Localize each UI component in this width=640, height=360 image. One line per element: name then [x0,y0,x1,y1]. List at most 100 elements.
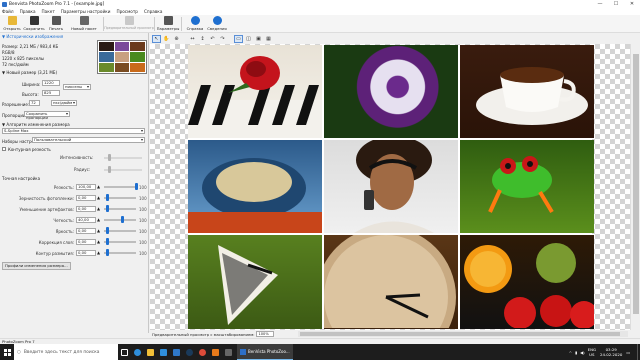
window-title: Benvista PhotoZoom Pro 7.1 - [example.jp… [9,1,105,7]
preview-button[interactable]: Предварительный просмотр [104,15,154,33]
vertical-scroll-thumb[interactable] [633,54,639,314]
steam-icon[interactable] [183,344,196,360]
fine-value-input[interactable]: 0,00 [76,228,96,234]
fine-slider-handle[interactable] [106,227,109,234]
compare-view-icon[interactable]: ▣ [254,35,263,43]
zoom-select[interactable]: 100% [256,331,275,337]
tray-chevron-icon[interactable]: ^ [569,350,572,355]
single-view-icon[interactable]: ▭ [234,34,243,43]
fine-value-input[interactable]: 100,00 [76,184,96,190]
spinner-icon[interactable]: ▲ [97,195,100,200]
clock[interactable]: 03:29 24.02.2020 [600,347,622,357]
intensity-label: Интенсивность: [60,155,94,160]
contour-sharpness-label: Контурная резкость [8,147,51,152]
horizontal-scroll-thumb[interactable] [300,332,620,336]
fine-value-input[interactable]: 0,00 [76,239,96,245]
rotate-right-icon[interactable]: ↷ [218,35,227,43]
history-section-header[interactable]: ▼ Исторически изображения [2,34,63,39]
menu-edit[interactable]: Правка [20,9,36,14]
language-indicator[interactable]: ENG US [588,347,596,357]
menu-settings[interactable]: Параметры настройки [61,9,111,14]
maximize-button[interactable]: ☐ [608,0,624,8]
fit-height-icon[interactable]: ↕ [198,35,207,43]
pointer-tool[interactable]: ↖ [152,34,161,43]
app-icon[interactable] [222,344,235,360]
presets-select[interactable]: Пользовательский [32,137,145,143]
new-size-section-header[interactable]: ▼ Новый размер (3,21 МБ) [2,70,57,75]
new-batch-button[interactable]: Новый пакет [67,15,101,33]
open-button[interactable]: Открыть [1,15,23,33]
help-button[interactable]: Справка [184,15,206,33]
fine-slider-handle[interactable] [135,183,138,190]
horizontal-scrollbar[interactable] [298,331,628,337]
spinner-icon[interactable]: ▲ [97,250,100,255]
rotate-left-icon[interactable]: ↶ [208,35,217,43]
menu-batch[interactable]: Пакет [42,9,55,14]
volume-icon[interactable]: ◀) [580,350,585,355]
width-input[interactable]: 1220 [42,80,60,86]
spinner-icon[interactable]: ▲ [97,239,100,244]
fine-value-input[interactable]: 40,00 [76,217,96,223]
save-button[interactable]: Сохранить [23,15,45,33]
minimize-button[interactable]: — [592,0,608,8]
start-button[interactable] [0,344,14,360]
resolution-unit-select[interactable]: пкс/дюйм [51,100,77,106]
network-icon[interactable]: ▮ [575,350,577,355]
fit-width-icon[interactable]: ↔ [188,35,197,43]
settings-panel: Размер: 2,21 МБ / 983,4 КБ RGB/8 1220 x … [0,33,149,333]
fine-value-input[interactable]: 0,00 [76,206,96,212]
fine-slider-handle[interactable] [106,205,109,212]
fine-value-input[interactable]: 0,00 [76,250,96,256]
split-view-icon[interactable]: ◫ [244,35,253,43]
height-input[interactable]: 825 [42,90,60,96]
notifications-icon[interactable]: ▭ [626,350,630,355]
zoom-tool[interactable]: ⊕ [172,35,181,43]
settings-button[interactable]: Параметры [157,15,179,33]
resolution-input[interactable]: 72 [29,100,40,106]
print-button[interactable]: Печать [45,15,67,33]
menu-view[interactable]: Просмотр [116,9,138,14]
spinner-icon[interactable]: ▲ [97,217,100,222]
fine-slider-handle[interactable] [106,194,109,201]
fine-slider-handle[interactable] [106,249,109,256]
quad-view-icon[interactable]: ▦ [264,35,273,43]
image-preview[interactable] [188,45,594,329]
chrome-icon[interactable] [196,344,209,360]
resize-algorithm-section-header[interactable]: ▼ Алгоритм изменения размера [2,122,70,127]
mail-icon[interactable] [170,344,183,360]
contour-sharpness-checkbox[interactable] [2,147,6,151]
taskbar-photozoom-app[interactable]: BenVista PhotoZoo... [237,344,293,360]
edge-icon[interactable] [131,344,144,360]
menu-help[interactable]: Справка [144,9,162,14]
batch-icon [79,16,89,25]
fine-slider-handle[interactable] [121,216,124,223]
store-icon[interactable] [157,344,170,360]
fine-slider[interactable] [104,186,136,188]
view-toolbar: ↖ ✋ ⊕ ↔ ↕ ↶ ↷ ▭ ◫ ▣ ▦ [150,33,640,44]
task-view-icon[interactable] [118,344,131,360]
fine-slider-handle[interactable] [106,238,109,245]
algorithm-select[interactable]: S-Spline Max [2,128,145,134]
spinner-icon[interactable]: ▲ [97,206,100,211]
spinner-icon[interactable]: ▲ [97,184,100,189]
size-unit-select[interactable]: пикселы [63,84,91,90]
proportions-select[interactable]: Сохранить пропорции [24,111,70,120]
spinner-icon[interactable]: ▲ [97,228,100,233]
media-icon[interactable] [209,344,222,360]
radius-slider-handle[interactable] [108,166,111,173]
taskbar-search[interactable]: ○ Введите здесь текст для поиска [14,344,118,360]
system-tray: ^ ▮ ◀) ENG US 03:29 24.02.2020 ▭ [569,344,630,360]
image-thumbnail[interactable] [97,40,147,74]
resize-profiles-button[interactable]: Профили изменения размера... [2,262,71,270]
fine-tuning-section-header: Точная настройка [2,176,41,181]
close-button[interactable]: ✕ [624,0,640,8]
fine-max-label: 100 [139,218,147,223]
hand-tool[interactable]: ✋ [162,35,171,43]
about-button[interactable]: Сведения [206,15,228,33]
fine-slider[interactable] [104,219,136,221]
vertical-scrollbar[interactable] [630,44,640,330]
fine-value-input[interactable]: 0,00 [76,195,96,201]
explorer-icon[interactable] [144,344,157,360]
menu-file[interactable]: Файл [2,9,14,14]
intensity-slider-handle[interactable] [108,154,111,161]
